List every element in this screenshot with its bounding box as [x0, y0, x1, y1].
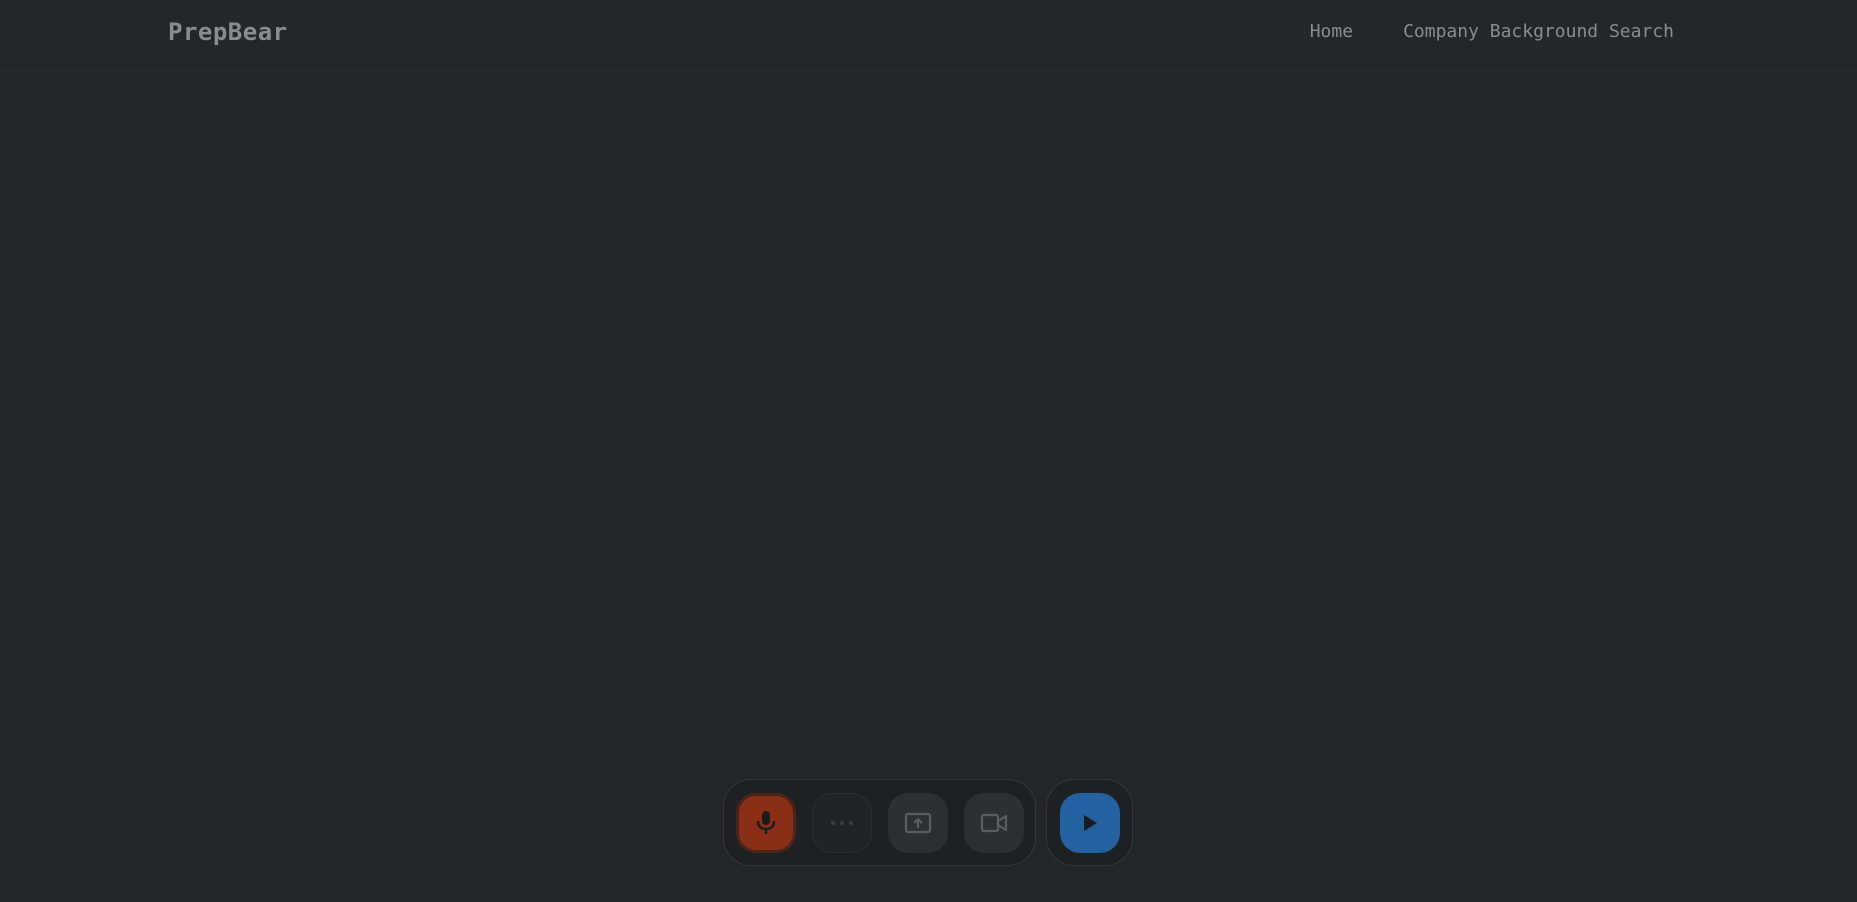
- play-button[interactable]: [1060, 793, 1120, 853]
- top-navbar: PrepBear Home Company Background Search: [0, 0, 1857, 71]
- brand-logo[interactable]: PrepBear: [168, 18, 288, 46]
- microphone-button[interactable]: [736, 793, 796, 853]
- play-control: [1046, 779, 1133, 866]
- video-camera-button[interactable]: [964, 793, 1024, 853]
- screen-share-icon: [904, 812, 932, 834]
- nav-link-company-background-search[interactable]: Company Background Search: [1403, 21, 1674, 42]
- media-controls-bar: [723, 779, 1036, 866]
- more-dots-icon: [831, 821, 853, 825]
- play-icon: [1084, 815, 1097, 831]
- video-camera-icon: [980, 813, 1008, 833]
- microphone-icon: [756, 811, 776, 834]
- more-options-button[interactable]: [812, 793, 872, 853]
- screen-share-button[interactable]: [888, 793, 948, 853]
- nav-links: Home Company Background Search: [1310, 21, 1674, 42]
- nav-link-home[interactable]: Home: [1310, 21, 1353, 42]
